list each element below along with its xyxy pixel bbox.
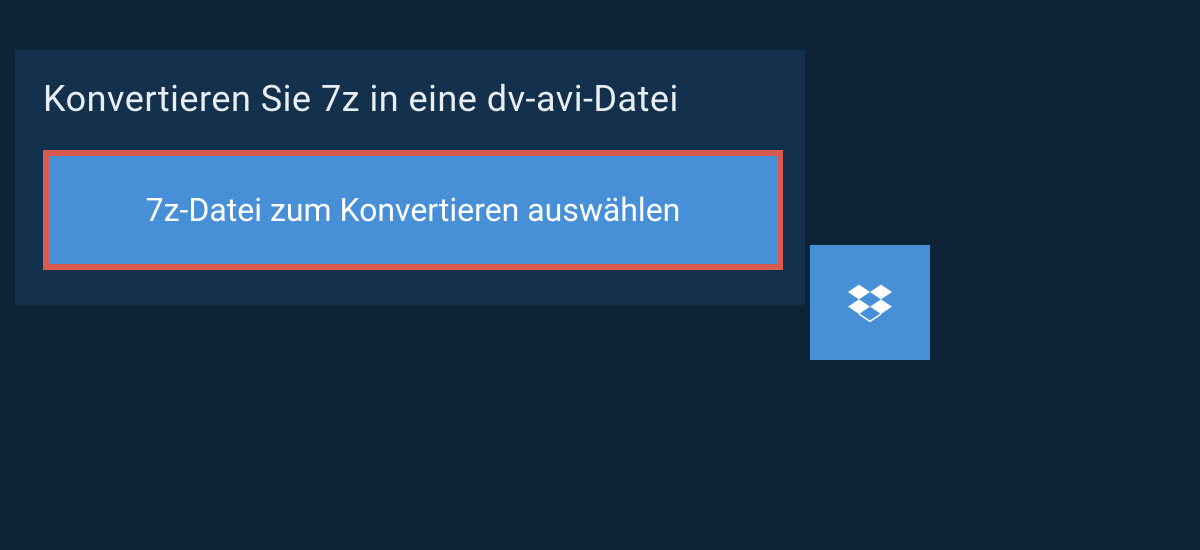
- select-file-button[interactable]: 7z-Datei zum Konvertieren auswählen: [43, 150, 783, 270]
- dropbox-icon: [848, 281, 892, 325]
- dropbox-button[interactable]: [810, 245, 930, 360]
- converter-panel-container: Konvertieren Sie 7z in eine dv-avi-Datei…: [0, 50, 1200, 305]
- converter-panel: Konvertieren Sie 7z in eine dv-avi-Datei…: [15, 50, 805, 305]
- page-title: Konvertieren Sie 7z in eine dv-avi-Datei: [15, 50, 805, 150]
- select-file-button-label: 7z-Datei zum Konvertieren auswählen: [146, 191, 681, 229]
- action-row: 7z-Datei zum Konvertieren auswählen: [15, 150, 805, 270]
